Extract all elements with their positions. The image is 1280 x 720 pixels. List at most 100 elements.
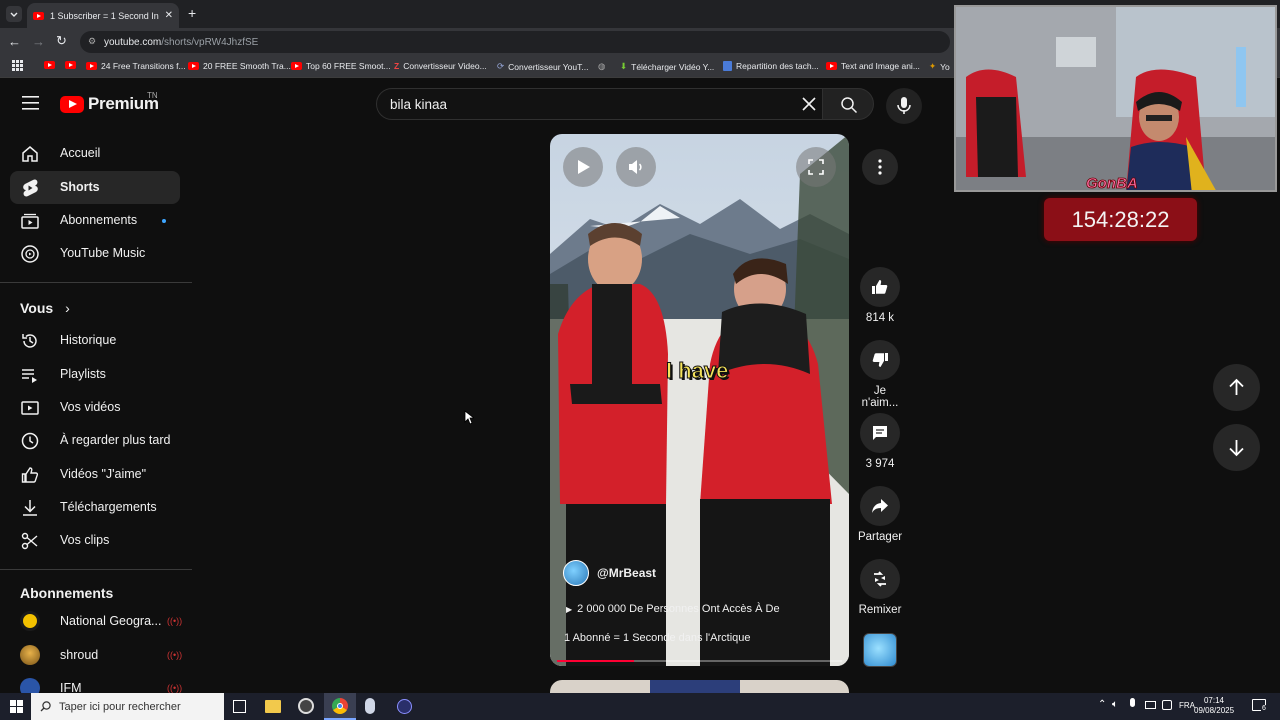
- fullscreen-button[interactable]: [796, 147, 836, 187]
- app-icon-mouse[interactable]: [365, 698, 375, 714]
- bookmark-item[interactable]: Z Convertisseur Video...: [394, 61, 487, 71]
- apps-icon[interactable]: [12, 60, 23, 71]
- dislike-action[interactable]: Je n'aim...: [855, 340, 905, 409]
- address-bar[interactable]: ⚙ youtube.com/shorts/vpRW4JhzfSE: [80, 31, 950, 53]
- voice-search-button[interactable]: [886, 88, 922, 124]
- bookmark-youtube[interactable]: [65, 61, 76, 69]
- sidebar-item-your-videos[interactable]: Vos vidéos: [10, 391, 180, 424]
- next-short-preview[interactable]: [550, 680, 849, 693]
- taskbar-clock[interactable]: 07:14 09/08/2025: [1194, 696, 1234, 716]
- live-icon: ((•)): [167, 616, 183, 626]
- bookmark-item[interactable]: 20 FREE Smooth Tra...: [188, 61, 291, 71]
- video-title[interactable]: 1 Abonné = 1 Seconde dans l'Arctique: [564, 632, 751, 644]
- sidebar-item-clips[interactable]: Vos clips: [10, 524, 180, 557]
- bookmark-item[interactable]: Top 60 FREE Smoot...: [291, 61, 391, 71]
- dislike-button[interactable]: [860, 340, 900, 380]
- description-text: 2 000 000 De Personnes Ont Accès À De: [577, 603, 780, 615]
- windows-start-icon[interactable]: [10, 700, 23, 713]
- star-icon: ✦: [929, 61, 937, 71]
- bookmark-item[interactable]: 24 Free Transitions f...: [86, 61, 186, 71]
- sidebar-item-shorts[interactable]: Shorts: [10, 171, 180, 204]
- app-icon-player[interactable]: [397, 699, 412, 714]
- subscriptions-section-title: Abonnements: [20, 585, 114, 601]
- display-tray-icon[interactable]: [1162, 700, 1172, 710]
- play-button[interactable]: [563, 147, 603, 187]
- forward-icon[interactable]: →: [32, 34, 45, 49]
- volume-button[interactable]: [616, 147, 656, 187]
- subscription-item[interactable]: National Geogra... ((•)): [10, 605, 183, 638]
- bookmark-item[interactable]: ⬇ Télécharger Vidéo Y...: [620, 61, 714, 72]
- app-icon-recorder[interactable]: [298, 698, 314, 714]
- you-section-header[interactable]: Vous ›: [20, 300, 70, 316]
- sound-tray-icon[interactable]: 🔈︎: [1112, 699, 1118, 710]
- live-icon: ((•)): [167, 683, 183, 693]
- search-input[interactable]: bila kinaa: [376, 88, 823, 120]
- bookmark-item[interactable]: ◍: [598, 61, 605, 72]
- sidebar-item-playlists[interactable]: Playlists: [10, 358, 180, 391]
- taskbar-search-input[interactable]: Taper ici pour rechercher: [31, 693, 224, 720]
- sound-source-thumbnail[interactable]: [863, 633, 897, 667]
- channel-info[interactable]: @MrBeast: [563, 560, 656, 586]
- show-hidden-icons[interactable]: ⌃: [1098, 699, 1106, 710]
- sidebar-item-liked-videos[interactable]: Vidéos "J'aime": [10, 458, 180, 491]
- short-video-player[interactable]: [550, 134, 849, 666]
- bookmark-item[interactable]: ⟳ Convertisseur YouT...: [497, 61, 588, 72]
- channel-avatar: [20, 611, 40, 631]
- more-options-button[interactable]: [862, 149, 898, 185]
- video-progress-track[interactable]: [557, 660, 842, 662]
- sidebar-item-youtube-music[interactable]: YouTube Music: [10, 237, 180, 270]
- sidebar-item-watch-later[interactable]: À regarder plus tard: [10, 424, 180, 457]
- network-tray-icon[interactable]: [1145, 701, 1156, 709]
- notification-count: 6: [1261, 705, 1267, 712]
- thumbs-up-icon: [872, 280, 888, 294]
- file-explorer-icon[interactable]: [265, 700, 281, 713]
- channel-handle[interactable]: @MrBeast: [597, 566, 656, 580]
- subscription-item[interactable]: shroud ((•)): [10, 639, 182, 672]
- youtube-favicon-icon: [86, 62, 97, 70]
- back-icon[interactable]: ←: [8, 34, 21, 49]
- video-description-line[interactable]: ▶ 2 000 000 De Personnes Ont Accès À De: [566, 603, 780, 615]
- sidebar-item-history[interactable]: Historique: [10, 324, 180, 357]
- remix-action[interactable]: Remixer: [855, 559, 905, 616]
- close-tab-icon[interactable]: ✕: [165, 10, 173, 21]
- bookmark-item[interactable]: Repartition des tach...: [723, 61, 819, 71]
- bookmark-item[interactable]: Text and Image ani...: [826, 61, 920, 71]
- task-view-icon[interactable]: [233, 700, 246, 713]
- clear-search-icon[interactable]: [800, 95, 818, 116]
- comment-count: 3 974: [865, 458, 895, 470]
- thumbs-up-icon: [21, 467, 39, 483]
- sidebar-item-home[interactable]: Accueil: [10, 137, 180, 170]
- bookmark-youtube[interactable]: [44, 61, 55, 69]
- language-indicator[interactable]: FRA: [1179, 701, 1195, 710]
- youtube-logo-icon: [60, 95, 84, 113]
- share-button[interactable]: [860, 486, 900, 526]
- like-action[interactable]: 814 k: [855, 267, 905, 324]
- notification-center-icon[interactable]: 6: [1252, 699, 1267, 712]
- search-button[interactable]: [822, 88, 874, 120]
- new-tab-button[interactable]: +: [188, 5, 196, 21]
- chrome-taskbar-button[interactable]: [324, 693, 356, 720]
- remix-button[interactable]: [860, 559, 900, 599]
- youtube-favicon-icon: [826, 62, 837, 70]
- sidebar-item-downloads[interactable]: Téléchargements: [10, 491, 180, 524]
- comments-action[interactable]: 3 974: [855, 413, 905, 470]
- clock-icon: [21, 432, 39, 450]
- comments-button[interactable]: [860, 413, 900, 453]
- youtube-premium-logo[interactable]: Premium: [60, 94, 159, 114]
- sidebar-item-label: À regarder plus tard: [60, 433, 171, 447]
- bookmark-item[interactable]: ✦ Yo: [929, 61, 950, 72]
- tab-list-button[interactable]: [6, 6, 22, 22]
- share-action[interactable]: Partager: [855, 486, 905, 543]
- video-frame: [550, 134, 849, 666]
- previous-short-button[interactable]: [1213, 364, 1260, 411]
- microphone-tray-icon[interactable]: [1130, 698, 1135, 707]
- sidebar-item-subscriptions[interactable]: Abonnements: [10, 204, 180, 237]
- next-short-button[interactable]: [1213, 424, 1260, 471]
- search-icon: [40, 701, 51, 712]
- menu-icon[interactable]: [22, 96, 39, 110]
- like-button[interactable]: [860, 267, 900, 307]
- converter-icon: ⟳: [497, 61, 505, 71]
- site-info-icon[interactable]: ⚙: [88, 36, 96, 47]
- browser-tab[interactable]: 1 Subscriber = 1 Second In The ✕: [27, 3, 179, 28]
- reload-icon[interactable]: ↻: [56, 33, 67, 49]
